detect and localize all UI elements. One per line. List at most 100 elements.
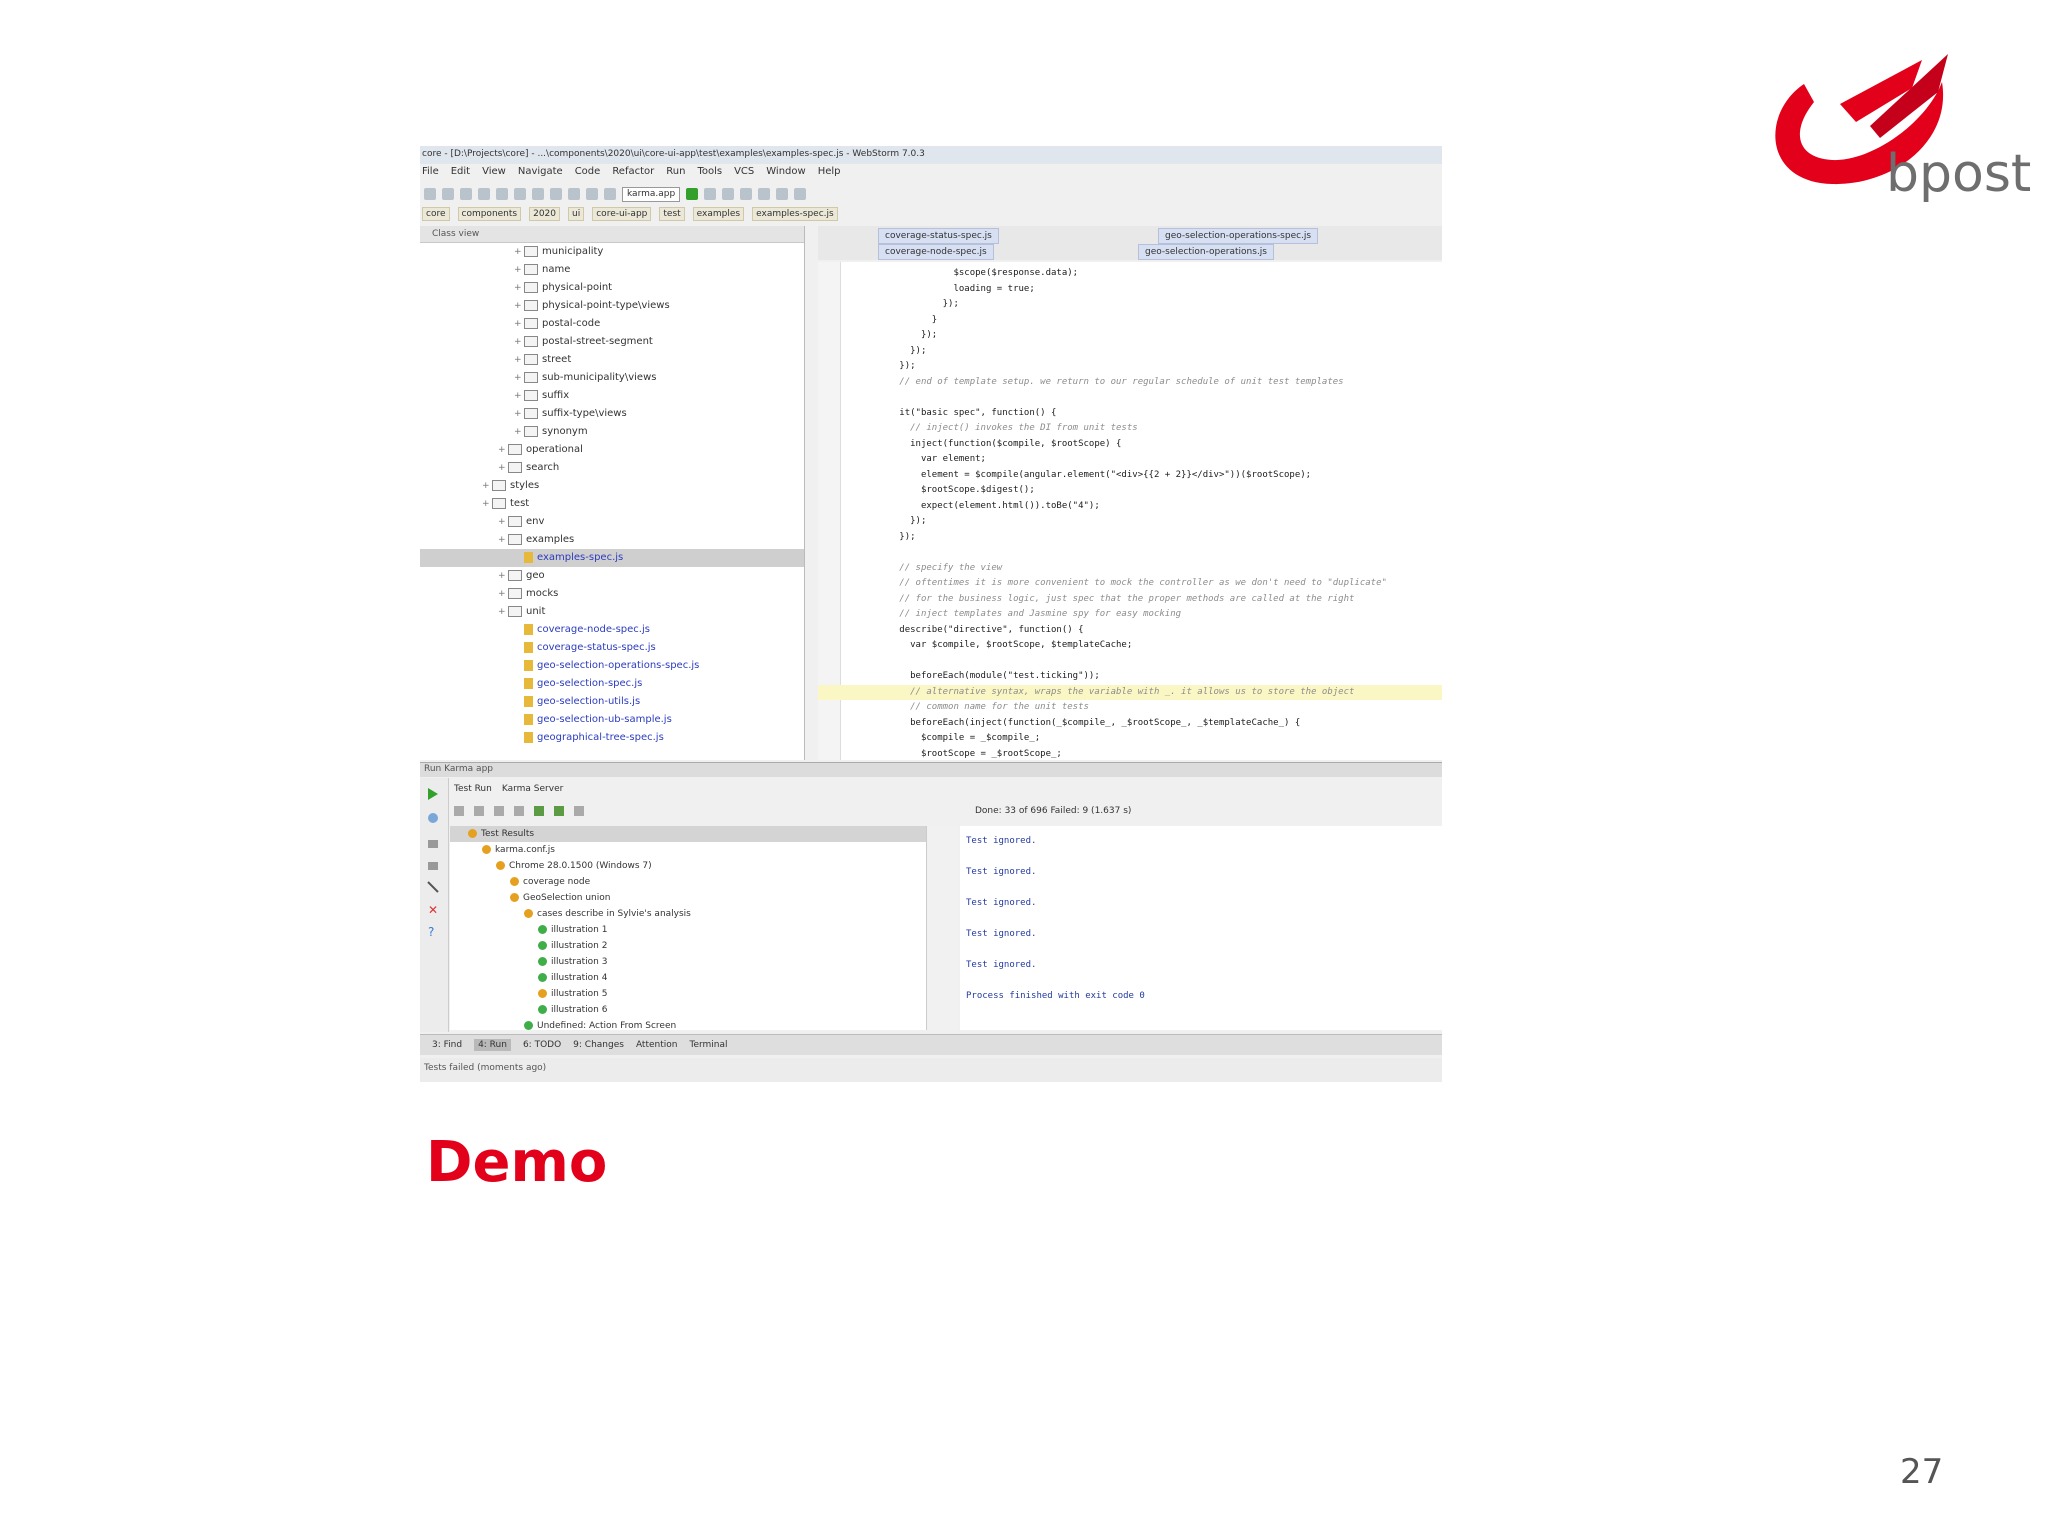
tree-item[interactable]: + env	[420, 513, 804, 531]
test-result-item[interactable]: Chrome 28.0.1500 (Windows 7)	[450, 858, 926, 874]
expand-icon[interactable]: +	[514, 387, 524, 405]
test-result-item[interactable]: illustration 5	[450, 986, 926, 1002]
test-result-item[interactable]: illustration 6	[450, 1002, 926, 1018]
tree-item[interactable]: geo-selection-operations-spec.js	[420, 657, 804, 675]
breadcrumb-item[interactable]: core-ui-app	[592, 207, 652, 221]
editor-tab[interactable]: geo-selection-operations-spec.js	[1158, 228, 1319, 244]
replace-icon[interactable]	[568, 188, 580, 200]
breadcrumb-item[interactable]: examples	[692, 207, 745, 221]
tool-window-tab[interactable]: 4: Run	[474, 1039, 511, 1051]
editor-tab[interactable]: coverage-node-spec.js	[878, 244, 994, 260]
pause-icon[interactable]	[428, 840, 438, 848]
vcs-update-icon[interactable]	[740, 188, 753, 200]
expand-icon[interactable]: +	[498, 603, 508, 621]
tree-item[interactable]: + postal-code	[420, 315, 804, 333]
tool-window-tab[interactable]: 3: Find	[432, 1040, 462, 1050]
editor-tab[interactable]: coverage-status-spec.js	[878, 228, 999, 244]
tree-item[interactable]: + name	[420, 261, 804, 279]
stop-icon[interactable]	[428, 862, 438, 870]
expand-icon[interactable]: +	[514, 315, 524, 333]
debug-icon[interactable]	[704, 188, 717, 200]
help-icon[interactable]: ?	[428, 925, 434, 939]
expand-icon[interactable]: +	[498, 531, 508, 549]
code-editor[interactable]: $scope($response.data); loading = true; …	[818, 262, 1442, 760]
tree-item[interactable]: geo-selection-spec.js	[420, 675, 804, 693]
menu-item-window[interactable]: Window	[766, 166, 805, 182]
test-result-item[interactable]: coverage node	[450, 874, 926, 890]
run-config-select[interactable]: karma.app	[622, 186, 681, 202]
tool-window-tab[interactable]: 6: TODO	[523, 1040, 561, 1050]
tool-window-tab[interactable]: Attention	[636, 1040, 678, 1050]
expand-icon[interactable]: +	[498, 513, 508, 531]
expand-icon[interactable]: +	[514, 297, 524, 315]
copy-icon[interactable]	[514, 188, 526, 200]
tree-item[interactable]: + physical-point	[420, 279, 804, 297]
tree-item[interactable]: + physical-point-type\views	[420, 297, 804, 315]
sync-icon[interactable]	[442, 188, 454, 200]
menu-item-edit[interactable]: Edit	[451, 166, 470, 182]
undo-icon[interactable]	[460, 188, 472, 200]
breadcrumb-item[interactable]: 2020	[529, 207, 561, 221]
menu-item-view[interactable]: View	[482, 166, 506, 182]
export-icon[interactable]	[574, 806, 584, 816]
down-arrow-icon[interactable]	[554, 806, 564, 816]
expand-icon[interactable]: +	[514, 243, 524, 261]
expand-icon[interactable]: +	[498, 459, 508, 477]
back-icon[interactable]	[586, 188, 598, 200]
menu-item-tools[interactable]: Tools	[697, 166, 722, 182]
test-result-item[interactable]: illustration 3	[450, 954, 926, 970]
breadcrumb-item[interactable]: core	[422, 207, 450, 221]
expand-all-icon[interactable]	[494, 806, 504, 816]
tree-item[interactable]: + examples	[420, 531, 804, 549]
expand-icon[interactable]: +	[514, 369, 524, 387]
menu-item-help[interactable]: Help	[818, 166, 841, 182]
test-result-item[interactable]: karma.conf.js	[450, 842, 926, 858]
tree-item[interactable]: + postal-street-segment	[420, 333, 804, 351]
tree-item[interactable]: coverage-status-spec.js	[420, 639, 804, 657]
tree-item[interactable]: + street	[420, 351, 804, 369]
tool-window-tab[interactable]: Terminal	[689, 1040, 727, 1050]
test-result-item[interactable]: illustration 2	[450, 938, 926, 954]
vcs-commit-icon[interactable]	[758, 188, 771, 200]
pin-icon[interactable]	[427, 881, 439, 893]
breadcrumb-item[interactable]: ui	[568, 207, 585, 221]
tree-item[interactable]: + styles	[420, 477, 804, 495]
breadcrumb-item[interactable]: examples-spec.js	[752, 207, 838, 221]
expand-icon[interactable]: +	[514, 261, 524, 279]
tree-item[interactable]: + test	[420, 495, 804, 513]
save-icon[interactable]	[424, 188, 436, 200]
tree-item[interactable]: + unit	[420, 603, 804, 621]
test-result-item[interactable]: cases describe in Sylvie's analysis	[450, 906, 926, 922]
tree-item[interactable]: + mocks	[420, 585, 804, 603]
run-tab[interactable]: Karma Server	[502, 784, 563, 794]
collapse-all-icon[interactable]	[514, 806, 524, 816]
menu-item-vcs[interactable]: VCS	[734, 166, 754, 182]
paste-icon[interactable]	[532, 188, 544, 200]
tree-item[interactable]: + operational	[420, 441, 804, 459]
redo-icon[interactable]	[478, 188, 490, 200]
tree-item[interactable]: coverage-node-spec.js	[420, 621, 804, 639]
run-tab[interactable]: Test Run	[454, 784, 492, 794]
menu-item-run[interactable]: Run	[666, 166, 685, 182]
run-icon[interactable]	[686, 188, 699, 200]
expand-icon[interactable]: +	[482, 495, 492, 513]
forward-icon[interactable]	[604, 188, 616, 200]
test-result-item[interactable]: illustration 1	[450, 922, 926, 938]
test-result-item[interactable]: illustration 4	[450, 970, 926, 986]
menu-item-code[interactable]: Code	[575, 166, 601, 182]
tree-item[interactable]: + synonym	[420, 423, 804, 441]
tree-item[interactable]: geographical-tree-spec.js	[420, 729, 804, 747]
coverage-icon[interactable]	[722, 188, 735, 200]
expand-icon[interactable]: +	[482, 477, 492, 495]
expand-icon[interactable]: +	[498, 567, 508, 585]
expand-icon[interactable]: +	[514, 423, 524, 441]
tree-item[interactable]: + municipality	[420, 243, 804, 261]
expand-icon[interactable]: +	[514, 279, 524, 297]
help-icon[interactable]	[794, 188, 807, 200]
close-icon[interactable]: ✕	[428, 903, 438, 917]
menu-item-file[interactable]: File	[422, 166, 439, 182]
tree-item[interactable]: examples-spec.js	[420, 549, 804, 567]
menu-item-navigate[interactable]: Navigate	[518, 166, 563, 182]
editor-tab[interactable]: geo-selection-operations.js	[1138, 244, 1274, 260]
expand-icon[interactable]: +	[498, 441, 508, 459]
